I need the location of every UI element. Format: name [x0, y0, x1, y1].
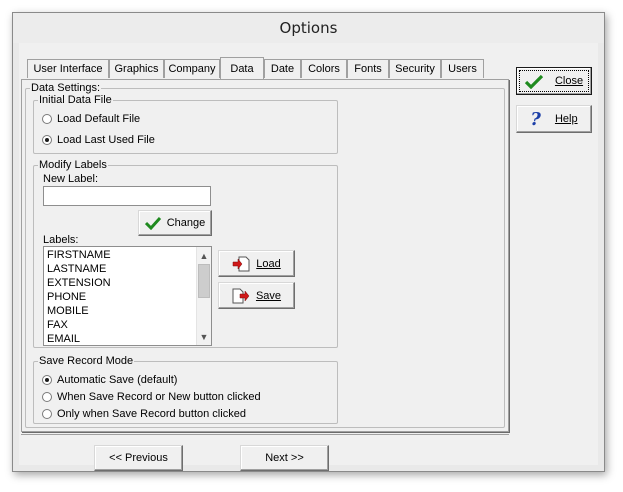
checkmark-icon [524, 74, 543, 89]
radio-load-last-used-file[interactable]: Load Last Used File [42, 134, 155, 146]
radio-indicator [42, 409, 52, 419]
tab-date[interactable]: Date [264, 59, 301, 78]
list-item[interactable]: FIRSTNAME [44, 248, 211, 262]
radio-save-on-record-or-new[interactable]: When Save Record or New button clicked [42, 391, 261, 403]
tab-data[interactable]: Data [220, 57, 264, 79]
radio-label: Only when Save Record button clicked [57, 408, 246, 420]
radio-label: Automatic Save (default) [57, 374, 178, 386]
labels-listbox[interactable]: FIRSTNAME LASTNAME EXTENSION PHONE MOBIL… [43, 246, 212, 346]
next-button[interactable]: Next >> [240, 445, 329, 471]
help-button[interactable]: ? Help [516, 105, 592, 133]
previous-button[interactable]: << Previous [94, 445, 183, 471]
change-button-label: Change [166, 217, 206, 229]
tab-company[interactable]: Company [164, 59, 220, 78]
bottom-separator [21, 434, 509, 435]
radio-indicator [42, 114, 52, 124]
window-title: Options [13, 13, 604, 43]
radio-indicator [42, 392, 52, 402]
data-settings-legend: Data Settings: [31, 82, 101, 94]
options-window: Options User Interface Graphics Company … [12, 12, 605, 472]
load-file-icon [233, 256, 250, 271]
tab-fonts[interactable]: Fonts [347, 59, 389, 78]
close-button-label: Close [554, 75, 584, 87]
help-button-label: Help [554, 113, 578, 125]
radio-indicator [42, 375, 52, 385]
scrollbar-thumb[interactable] [198, 264, 210, 298]
tab-graphics[interactable]: Graphics [109, 59, 164, 78]
change-button[interactable]: Change [138, 210, 212, 236]
help-question-icon: ? [530, 108, 541, 130]
next-button-label: Next >> [265, 452, 304, 464]
labels-list-items: FIRSTNAME LASTNAME EXTENSION PHONE MOBIL… [44, 247, 211, 345]
labels-scrollbar[interactable]: ▲ ▼ [196, 247, 211, 345]
new-label-caption: New Label: [43, 173, 99, 185]
modify-labels-legend: Modify Labels [39, 159, 107, 171]
load-button-label: Load [256, 257, 281, 270]
list-item[interactable]: PHONE [44, 290, 211, 304]
radio-automatic-save[interactable]: Automatic Save (default) [42, 374, 177, 386]
radio-save-on-record-only[interactable]: Only when Save Record button clicked [42, 408, 246, 420]
labels-caption: Labels: [43, 234, 79, 246]
list-item[interactable]: MOBILE [44, 304, 211, 318]
radio-label: Load Default File [57, 113, 141, 125]
checkmark-icon [144, 216, 161, 230]
tab-user-interface[interactable]: User Interface [27, 59, 109, 78]
dialog-client-area: User Interface Graphics Company Data Dat… [19, 43, 598, 471]
save-button-label: Save [255, 289, 282, 302]
radio-indicator [42, 135, 52, 145]
save-file-icon [232, 288, 250, 303]
tab-security[interactable]: Security [389, 59, 441, 78]
scroll-down-icon[interactable]: ▼ [197, 329, 211, 344]
list-item[interactable]: EXTENSION [44, 276, 211, 290]
radio-load-default-file[interactable]: Load Default File [42, 113, 140, 125]
radio-label: Load Last Used File [57, 134, 155, 146]
previous-button-label: << Previous [109, 452, 168, 464]
new-label-input[interactable] [43, 186, 211, 206]
data-tab-panel: Data Settings: Initial Data File Load De… [21, 79, 509, 432]
initial-data-file-legend: Initial Data File [39, 94, 112, 106]
radio-label: When Save Record or New button clicked [57, 391, 261, 403]
list-item[interactable]: FAX [44, 318, 211, 332]
list-item[interactable]: LASTNAME [44, 262, 211, 276]
tab-users[interactable]: Users [441, 59, 484, 78]
save-record-mode-legend: Save Record Mode [39, 355, 134, 367]
load-button[interactable]: Load [218, 250, 295, 277]
save-button[interactable]: Save [218, 282, 295, 309]
close-button[interactable]: Close [516, 67, 592, 95]
list-item[interactable]: EMAIL [44, 332, 211, 345]
tab-colors[interactable]: Colors [301, 59, 347, 78]
scroll-up-icon[interactable]: ▲ [197, 248, 211, 263]
